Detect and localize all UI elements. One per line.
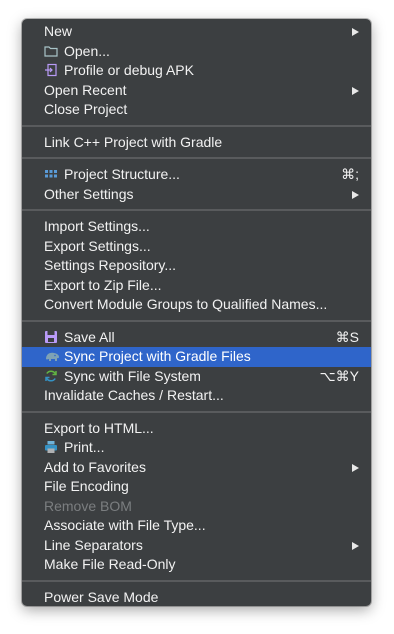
menu-item-label: File Encoding [44, 478, 129, 494]
menu-item-add-to-favorites[interactable]: Add to Favorites [22, 458, 371, 478]
file-menu: New Open... Profile or debug APK Open Recen… [22, 19, 371, 606]
menu-item-label: Print... [64, 439, 105, 455]
menu-item-other-settings[interactable]: Other Settings [22, 185, 371, 205]
menu-item-file-encoding[interactable]: File Encoding [22, 477, 371, 497]
menu-item-label: Export to HTML... [44, 419, 154, 436]
menu-item-label: Power Save Mode [44, 588, 159, 605]
menu-item-close-project[interactable]: Close Project [22, 100, 371, 120]
menu-item-settings-repository[interactable]: Settings Repository... [22, 256, 371, 276]
menu-item-label: Export to Zip File... [44, 276, 162, 293]
shortcut-label: ⌘S [335, 328, 359, 345]
menu-item-label: Other Settings [44, 185, 134, 202]
menu-item-sync-with-file-system[interactable]: Sync with File System ⌥⌘Y [22, 367, 371, 387]
menu-item-export-to-zip-file[interactable]: Export to Zip File... [22, 276, 371, 296]
submenu-arrow-icon [352, 28, 359, 36]
submenu-arrow-icon [352, 463, 359, 472]
menu-item-make-file-read-only[interactable]: Make File Read-Only [22, 555, 371, 575]
menu-item-sync-project-with-gradle-files[interactable]: Sync Project with Gradle Files [22, 347, 371, 367]
submenu-arrow-icon [352, 541, 359, 550]
menu-item-import-settings[interactable]: Import Settings... [22, 217, 371, 237]
menu-item-print[interactable]: Print... [22, 438, 371, 458]
menu-item-label: Add to Favorites [44, 458, 146, 475]
menu-separator [22, 410, 371, 413]
menu-item-label: Link C++ Project with Gradle [44, 133, 223, 150]
menu-item-profile-or-debug-apk[interactable]: Profile or debug APK [22, 61, 371, 81]
menu-item-label: New [44, 23, 73, 39]
gradle-elephant-icon [44, 349, 59, 363]
menu-item-remove-bom: Remove BOM [22, 497, 371, 517]
menu-item-new[interactable]: New [22, 22, 371, 42]
menu-item-power-save-mode[interactable]: Power Save Mode [22, 588, 371, 608]
menu-item-line-separators[interactable]: Line Separators [22, 536, 371, 556]
menu-item-invalidate-caches-restart[interactable]: Invalidate Caches / Restart... [22, 386, 371, 406]
menu-item-label: Invalidate Caches / Restart... [44, 387, 224, 403]
menu-item-label: Make File Read-Only [44, 556, 176, 572]
menu-item-label: Associate with File Type... [44, 517, 206, 533]
folder-icon [44, 44, 58, 58]
printer-icon [44, 440, 58, 454]
menu-item-export-to-html[interactable]: Export to HTML... [22, 419, 371, 439]
menu-item-link-c-project-with-gradle[interactable]: Link C++ Project with Gradle [22, 133, 371, 153]
menu-item-label: Profile or debug APK [64, 62, 194, 78]
submenu-arrow-icon [352, 86, 359, 95]
save-icon [44, 330, 58, 344]
menu-item-save-all[interactable]: Save All ⌘S [22, 328, 371, 348]
sync-icon [44, 369, 58, 383]
apk-import-icon [44, 63, 58, 77]
menu-item-label: Settings Repository... [44, 257, 177, 273]
menu-item-label: Open Recent [44, 81, 127, 98]
menu-item-label: Sync Project with Gradle Files [64, 348, 251, 364]
menu-item-label: Close Project [44, 101, 128, 117]
menu-item-convert-module-groups-to-qualified-names[interactable]: Convert Module Groups to Qualified Names… [22, 295, 371, 315]
menu-separator [22, 157, 371, 159]
menu-item-associate-with-file-type[interactable]: Associate with File Type... [22, 516, 371, 536]
menu-item-open[interactable]: Open... [22, 42, 371, 62]
menu-item-label: Remove BOM [44, 497, 132, 514]
menu-item-label: Project Structure... [64, 166, 180, 182]
menu-separator [22, 579, 371, 582]
menu-item-label: Import Settings... [44, 218, 150, 234]
menu-separator [22, 319, 371, 322]
menu-item-label: Export Settings... [44, 237, 151, 254]
menu-separator [22, 209, 371, 211]
shortcut-label: ⌘; [341, 166, 359, 182]
grid-icon [44, 167, 58, 181]
menu-item-label: Open... [64, 42, 110, 59]
menu-item-label: Convert Module Groups to Qualified Names… [44, 296, 328, 312]
menu-item-export-settings[interactable]: Export Settings... [22, 237, 371, 257]
menu-item-open-recent[interactable]: Open Recent [22, 81, 371, 101]
menu-separator [22, 124, 371, 127]
menu-item-project-structure[interactable]: Project Structure... ⌘; [22, 165, 371, 185]
shortcut-label: ⌥⌘Y [319, 367, 359, 384]
menu-item-label: Save All [64, 328, 115, 345]
menu-item-label: Line Separators [44, 536, 143, 553]
submenu-arrow-icon [352, 190, 359, 199]
menu-item-label: Sync with File System [64, 367, 201, 384]
